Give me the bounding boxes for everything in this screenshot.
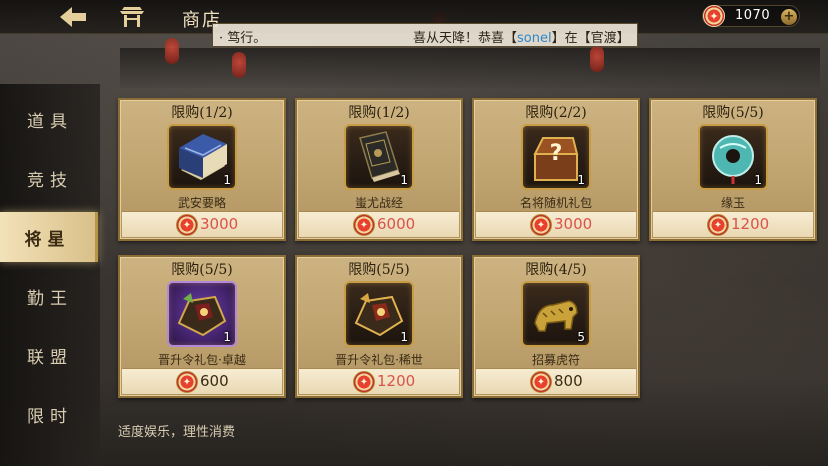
mystery-chest-icon: ? 1	[521, 124, 591, 190]
broadcast-text-before: 喜从天降！恭喜【	[413, 31, 518, 46]
item-name: 名将随机礼包	[519, 196, 592, 210]
purchase-limit: 限购(1/2)	[348, 105, 410, 121]
item-name: 晋升令礼包·卓越	[158, 353, 246, 367]
item-price: 1200	[377, 372, 416, 390]
item-price: 3000	[554, 215, 593, 233]
item-quantity: 5	[577, 330, 585, 344]
shop-item-card[interactable]: 限购(5/5) 1 晋升令礼包·稀世 ✦ 1200	[295, 255, 463, 398]
gold-coin-icon: ✦	[707, 214, 729, 236]
shop-item-card[interactable]: 限购(1/2) 1 蚩尤战经 ✦ 6000	[295, 98, 463, 241]
jade-disc-icon: 1	[698, 124, 768, 190]
gold-coin-icon: ✦	[176, 214, 198, 236]
broadcast-text-after: 】在【官渡】	[551, 31, 630, 46]
purchase-limit: 限购(1/2)	[171, 105, 233, 121]
item-price: 600	[200, 372, 229, 390]
shop-item-card[interactable]: 限购(5/5) 1 晋升令礼包·卓越 ✦ 600	[118, 255, 286, 398]
price-bar[interactable]: ✦ 1200	[653, 211, 813, 237]
gold-coin-icon: ✦	[530, 214, 552, 236]
lantern-icon	[590, 46, 604, 72]
home-button[interactable]	[118, 5, 146, 29]
item-name: 缘玉	[720, 196, 745, 210]
item-price: 3000	[200, 215, 239, 233]
gold-coin-icon: ✦	[353, 214, 375, 236]
purchase-limit: 限购(5/5)	[702, 105, 764, 121]
purchase-limit: 限购(2/2)	[525, 105, 587, 121]
dark-book-icon: 1	[344, 124, 414, 190]
lantern-icon	[232, 52, 246, 78]
tiger-tally-icon: 5	[521, 281, 591, 347]
broadcast-message: 喜从天降！恭喜【sonel】在【官渡】	[413, 27, 630, 46]
sidebar-item-limited[interactable]: 限时	[0, 389, 100, 439]
gold-token-pack-icon: 1	[344, 281, 414, 347]
item-price: 1200	[731, 215, 770, 233]
item-quantity: 1	[400, 330, 408, 344]
gate-icon	[120, 7, 144, 27]
item-quantity: 1	[223, 173, 231, 187]
blue-book-icon: 1	[167, 124, 237, 190]
item-name: 晋升令礼包·稀世	[335, 353, 423, 367]
item-name: 武安要略	[177, 196, 226, 210]
svg-text:?: ?	[550, 141, 563, 166]
item-name: 蚩尤战经	[354, 196, 403, 210]
sidebar-item-props[interactable]: 道具	[0, 94, 100, 144]
broadcast-player: sonel	[517, 31, 552, 46]
gold-coin-icon: ✦	[353, 371, 375, 393]
sidebar: 道具 竞技 将星 勤王 联盟 限时	[0, 84, 100, 466]
item-price: 800	[554, 372, 583, 390]
sidebar-item-qinwang[interactable]: 勤王	[0, 271, 100, 321]
item-price: 6000	[377, 215, 416, 233]
footer-note: 适度娱乐，理性消费	[118, 425, 236, 440]
shop-item-card[interactable]: 限购(4/5) 5 招募虎符 ✦ 800	[472, 255, 640, 398]
currency-display: ✦ 1070 +	[702, 5, 800, 27]
price-bar[interactable]: ✦ 3000	[476, 211, 636, 237]
shop-item-card[interactable]: 限购(2/2) ? 1 名将随机礼包 ✦ 3000	[472, 98, 640, 241]
purple-token-pack-icon: 1	[167, 281, 237, 347]
gold-coin-icon: ✦	[176, 371, 198, 393]
add-currency-button[interactable]: +	[781, 9, 797, 25]
broadcast-marquee: · 笃行。 喜从天降！恭喜【sonel】在【官渡】	[212, 23, 638, 47]
sidebar-item-generals[interactable]: 将星	[0, 212, 98, 262]
sidebar-item-arena[interactable]: 竞技	[0, 153, 100, 203]
item-quantity: 1	[400, 173, 408, 187]
purchase-limit: 限购(5/5)	[348, 262, 410, 278]
price-bar[interactable]: ✦ 800	[476, 368, 636, 394]
item-quantity: 1	[223, 330, 231, 344]
sidebar-item-alliance[interactable]: 联盟	[0, 330, 100, 380]
purchase-limit: 限购(5/5)	[171, 262, 233, 278]
price-bar[interactable]: ✦ 3000	[122, 211, 282, 237]
item-name: 招募虎符	[531, 353, 580, 367]
gold-coin-icon: ✦	[703, 5, 725, 27]
broadcast-prefix: · 笃行。	[219, 31, 267, 46]
price-bar[interactable]: ✦ 600	[122, 368, 282, 394]
shop-item-card[interactable]: 限购(1/2) 1 武安要略 ✦ 3000	[118, 98, 286, 241]
price-bar[interactable]: ✦ 1200	[299, 368, 459, 394]
back-button[interactable]	[56, 4, 90, 30]
lantern-icon	[165, 38, 179, 64]
purchase-limit: 限购(4/5)	[525, 262, 587, 278]
background-roof	[120, 48, 820, 88]
shop-item-card[interactable]: 限购(5/5) 1 缘玉 ✦ 1200	[649, 98, 817, 241]
item-quantity: 1	[577, 173, 585, 187]
price-bar[interactable]: ✦ 6000	[299, 211, 459, 237]
back-arrow-icon	[60, 7, 86, 27]
currency-value: 1070	[735, 8, 771, 23]
gold-coin-icon: ✦	[530, 371, 552, 393]
item-quantity: 1	[754, 173, 762, 187]
